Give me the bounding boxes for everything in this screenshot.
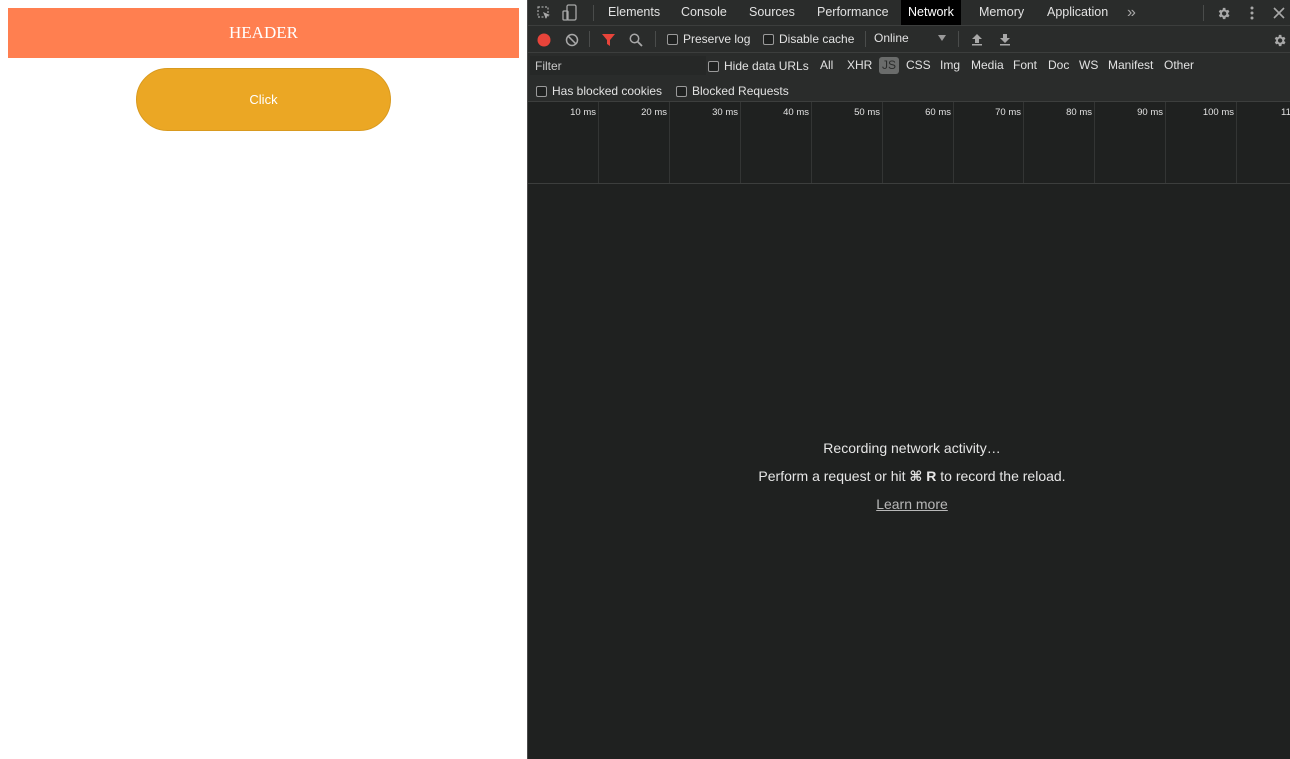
- reload-shortcut: ⌘ R: [909, 468, 937, 484]
- close-icon[interactable]: [1271, 5, 1287, 21]
- empty-state-hint: Perform a request or hit ⌘ R to record t…: [528, 468, 1290, 485]
- tab-memory[interactable]: Memory: [972, 0, 1031, 25]
- has-blocked-cookies-checkbox[interactable]: Has blocked cookies: [536, 84, 662, 98]
- timeline-tick: 10 ms: [570, 107, 596, 118]
- grid-line: [1165, 102, 1166, 183]
- search-icon[interactable]: [628, 32, 644, 47]
- checkbox-box[interactable]: [708, 60, 719, 72]
- filter-type-css[interactable]: CSS: [904, 57, 933, 74]
- hint-text: to record the reload.: [936, 468, 1066, 484]
- disable-cache-checkbox[interactable]: Disable cache: [763, 32, 854, 46]
- inspect-element-icon[interactable]: [536, 5, 552, 21]
- record-icon[interactable]: [536, 32, 551, 47]
- network-settings-gear-icon[interactable]: [1271, 32, 1287, 48]
- chevron-down-icon: [938, 35, 946, 41]
- click-button[interactable]: Click: [136, 68, 391, 131]
- filter-type-other[interactable]: Other: [1162, 57, 1196, 74]
- toolbar-separator: [589, 31, 590, 47]
- filter-type-media[interactable]: Media: [969, 57, 1006, 74]
- grid-line: [598, 102, 599, 183]
- tab-network[interactable]: Network: [901, 0, 961, 25]
- toolbar-separator: [865, 31, 866, 47]
- hint-text: Perform a request or hit: [758, 468, 910, 484]
- checkbox-box[interactable]: [536, 85, 547, 97]
- tabbar-separator: [593, 5, 594, 21]
- timeline-tick: 100 ms: [1202, 107, 1234, 118]
- timeline-tick: 70 ms: [995, 107, 1021, 118]
- devtools-tab-bar: Elements Console Sources Performance Net…: [528, 0, 1290, 26]
- tab-application[interactable]: Application: [1040, 0, 1115, 25]
- filter-type-manifest[interactable]: Manifest: [1106, 57, 1155, 74]
- tab-console[interactable]: Console: [674, 0, 734, 25]
- grid-line: [669, 102, 670, 183]
- more-tabs-button[interactable]: »: [1120, 0, 1143, 25]
- grid-line: [1236, 102, 1237, 183]
- timeline-tick: 80 ms: [1066, 107, 1092, 118]
- filter-type-all[interactable]: All: [818, 57, 835, 74]
- filter-type-doc[interactable]: Doc: [1046, 57, 1071, 74]
- network-toolbar: Preserve log Disable cache Online: [528, 26, 1290, 53]
- timeline-tick: 20 ms: [641, 107, 667, 118]
- export-har-icon[interactable]: [997, 32, 1012, 47]
- clear-icon[interactable]: [564, 32, 579, 47]
- device-toolbar-icon[interactable]: [562, 4, 578, 21]
- learn-more-link[interactable]: Learn more: [528, 496, 1290, 512]
- disable-cache-label: Disable cache: [779, 32, 855, 46]
- grid-line: [811, 102, 812, 183]
- checkbox-box[interactable]: [676, 85, 687, 97]
- grid-line: [1094, 102, 1095, 183]
- tab-sources[interactable]: Sources: [742, 0, 802, 25]
- empty-state-title: Recording network activity…: [823, 440, 1001, 456]
- gear-icon[interactable]: [1215, 5, 1231, 21]
- timeline-tick: 90 ms: [1137, 107, 1163, 118]
- tabbar-separator-right: [1203, 5, 1204, 21]
- preserve-log-label: Preserve log: [683, 32, 751, 46]
- filter-bar: Hide data URLs All XHR JS CSS Img Media …: [528, 53, 1290, 78]
- throttling-select[interactable]: Online: [874, 31, 948, 48]
- requests-empty-state: Recording network activity… Perform a re…: [528, 184, 1290, 759]
- grid-line: [882, 102, 883, 183]
- grid-line: [953, 102, 954, 183]
- timeline-tick: 60 ms: [925, 107, 951, 118]
- devtools-panel: Elements Console Sources Performance Net…: [528, 0, 1290, 759]
- has-blocked-cookies-label: Has blocked cookies: [552, 84, 663, 98]
- tab-elements[interactable]: Elements: [601, 0, 667, 25]
- filter-type-font[interactable]: Font: [1011, 57, 1039, 74]
- filter-type-img[interactable]: Img: [938, 57, 962, 74]
- timeline-tick: 30 ms: [712, 107, 738, 118]
- toolbar-separator: [655, 31, 656, 47]
- tab-performance[interactable]: Performance: [810, 0, 896, 25]
- timeline-tick: 110: [1281, 107, 1290, 118]
- import-har-icon[interactable]: [969, 32, 984, 47]
- preserve-log-checkbox[interactable]: Preserve log: [667, 32, 750, 46]
- page-header: HEADER: [8, 8, 519, 58]
- timeline-tick: 40 ms: [783, 107, 809, 118]
- filter-type-xhr[interactable]: XHR: [845, 57, 874, 74]
- filter-input[interactable]: [530, 56, 706, 75]
- kebab-menu-icon[interactable]: [1244, 5, 1260, 21]
- throttling-value: Online: [874, 31, 909, 45]
- page-preview: HEADER Click: [0, 0, 527, 759]
- filter-type-js[interactable]: JS: [879, 57, 900, 74]
- hide-data-urls-label: Hide data URLs: [724, 59, 809, 73]
- hide-data-urls-checkbox[interactable]: Hide data URLs: [708, 59, 809, 73]
- filter-type-ws[interactable]: WS: [1077, 57, 1100, 74]
- toolbar-separator: [958, 31, 959, 47]
- blocked-requests-label: Blocked Requests: [692, 84, 789, 98]
- grid-line: [740, 102, 741, 183]
- blocked-filter-bar: Has blocked cookies Blocked Requests: [528, 78, 1290, 102]
- timeline-overview[interactable]: 10 ms 20 ms 30 ms 40 ms 50 ms 60 ms 70 m…: [528, 102, 1290, 184]
- grid-line: [1023, 102, 1024, 183]
- filter-icon[interactable]: [600, 32, 616, 47]
- blocked-requests-checkbox[interactable]: Blocked Requests: [676, 84, 789, 98]
- checkbox-box[interactable]: [667, 33, 678, 45]
- checkbox-box[interactable]: [763, 33, 774, 45]
- timeline-tick: 50 ms: [854, 107, 880, 118]
